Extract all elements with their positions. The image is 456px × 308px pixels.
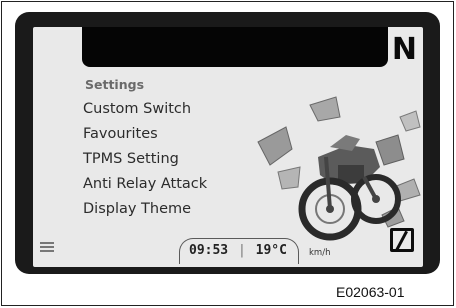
status-separator: | bbox=[237, 243, 246, 258]
menu-item-tpms-setting[interactable]: TPMS Setting bbox=[83, 147, 207, 172]
zero-indicator-icon bbox=[390, 228, 414, 252]
top-status-bar bbox=[82, 27, 388, 67]
menu-item-display-theme[interactable]: Display Theme bbox=[83, 197, 207, 222]
figure-id: E02063-01 bbox=[336, 284, 405, 300]
ambient-temperature: 19°C bbox=[255, 243, 287, 258]
speed-unit-label: km/h bbox=[309, 248, 331, 258]
menu-item-favourites[interactable]: Favourites bbox=[83, 122, 207, 147]
ride-mode-icon bbox=[40, 242, 54, 252]
clock-time: 09:53 bbox=[189, 243, 229, 258]
tft-screen: N Settings Custom Switch Favourites TPMS… bbox=[33, 27, 423, 267]
menu-item-anti-relay-attack[interactable]: Anti Relay Attack bbox=[83, 172, 207, 197]
menu-item-custom-switch[interactable]: Custom Switch bbox=[83, 97, 207, 122]
exploded-motorcycle-illustration bbox=[257, 96, 421, 241]
status-readout: 09:53 | 19°C bbox=[189, 243, 287, 258]
settings-menu: Custom Switch Favourites TPMS Setting An… bbox=[83, 97, 207, 222]
menu-title: Settings bbox=[85, 77, 145, 92]
gear-indicator: N bbox=[391, 32, 417, 67]
